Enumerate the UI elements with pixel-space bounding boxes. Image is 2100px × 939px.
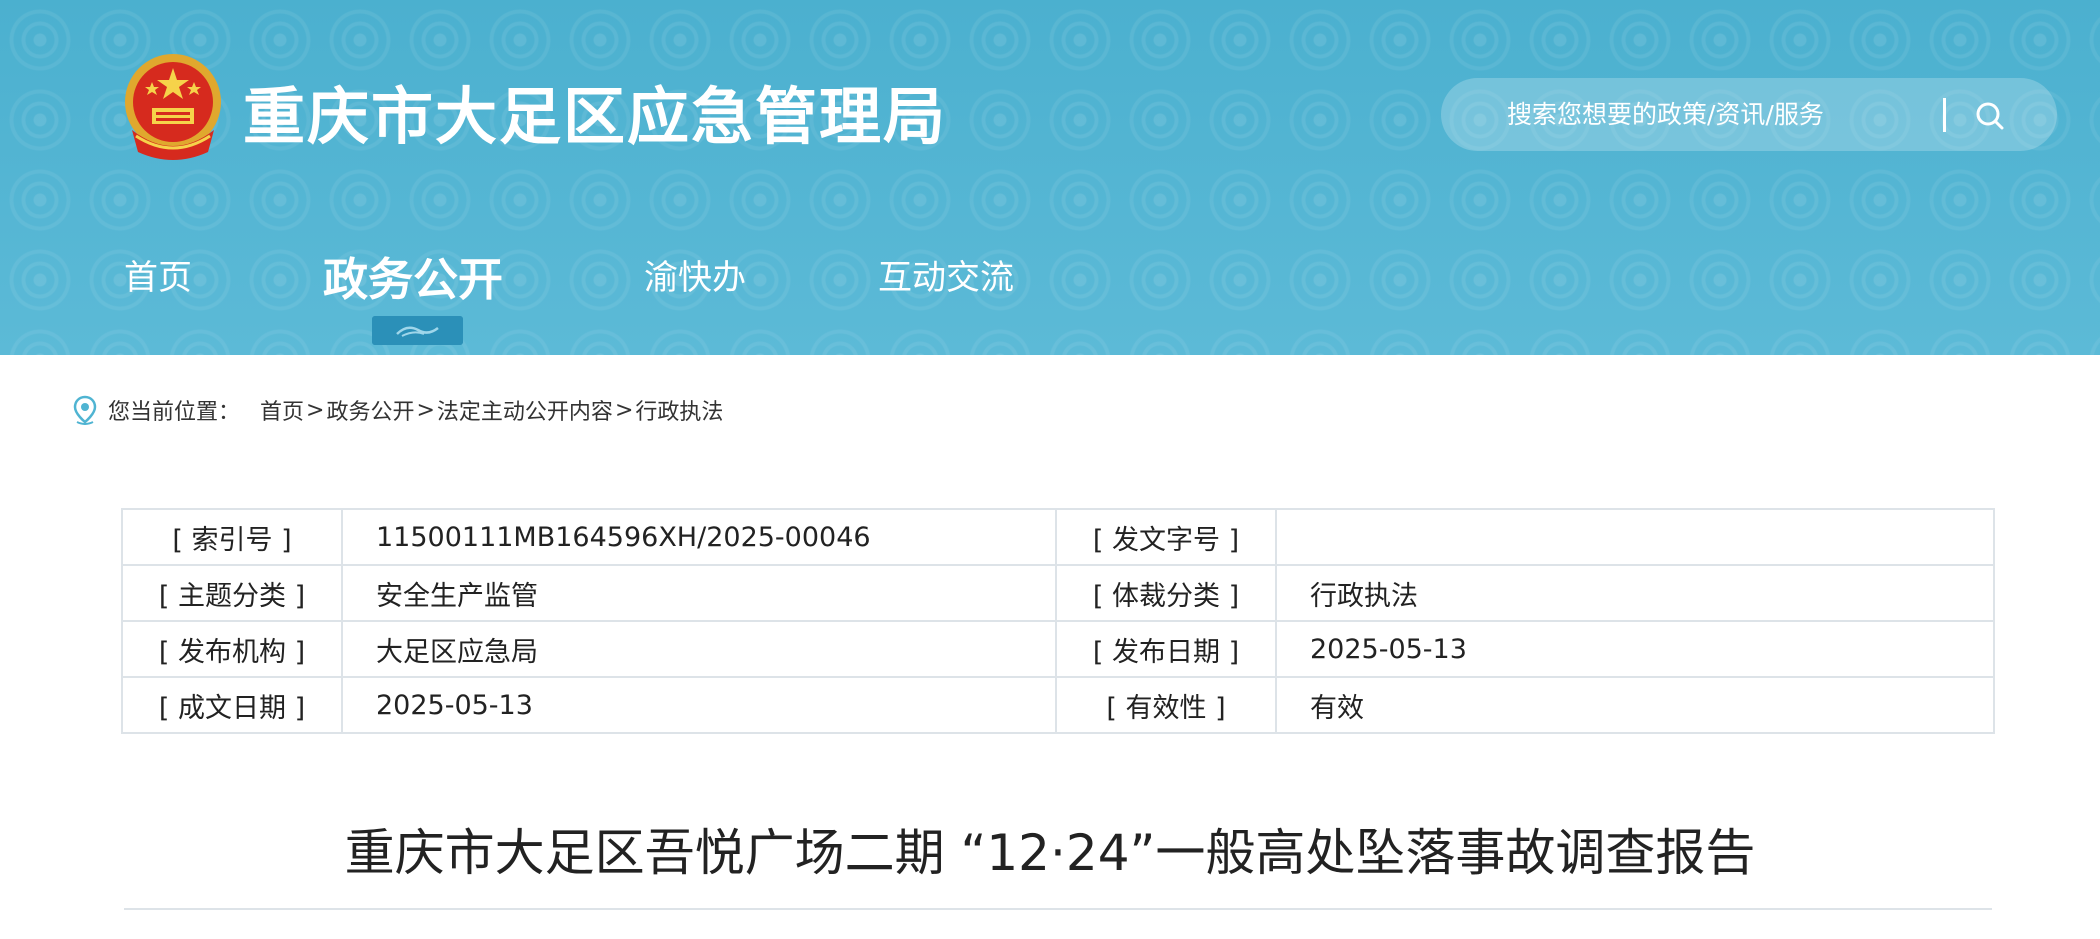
- meta-key-index-number: [ 索引号 ]: [121, 508, 343, 566]
- meta-key-publish-date: [ 发布日期 ]: [1055, 620, 1277, 678]
- site-title: 重庆市大足区应急管理局: [243, 80, 948, 153]
- meta-key-written-date: [ 成文日期 ]: [121, 676, 343, 734]
- meta-value-genre: 行政执法: [1275, 564, 1995, 622]
- meta-key-topic: [ 主题分类 ]: [121, 564, 343, 622]
- breadcrumb-separator: >: [416, 397, 435, 423]
- meta-value-topic: 安全生产监管: [341, 564, 1057, 622]
- breadcrumb-admin-enforcement[interactable]: 行政执法: [635, 394, 723, 426]
- location-pin-icon: [73, 395, 97, 425]
- meta-key-document-number: [ 发文字号 ]: [1055, 508, 1277, 566]
- nav-item-interaction[interactable]: 互动交流: [878, 250, 1014, 299]
- main-nav: 首页 政务公开 渝快办 互动交流: [0, 250, 1100, 310]
- meta-value-validity: 有效: [1275, 676, 1995, 734]
- meta-key-genre: [ 体裁分类 ]: [1055, 564, 1277, 622]
- national-emblem-icon[interactable]: [122, 52, 224, 160]
- document-meta-table: [ 索引号 ] 11500111MB164596XH/2025-00046 [ …: [121, 508, 1995, 734]
- meta-value-publisher: 大足区应急局: [341, 620, 1057, 678]
- nav-item-gov-affairs[interactable]: 政务公开: [323, 243, 503, 308]
- breadcrumb-separator: >: [614, 397, 634, 423]
- nav-item-yukuaiban[interactable]: 渝快办: [644, 250, 746, 299]
- search-divider: [1943, 98, 1946, 132]
- search-icon[interactable]: [1974, 100, 2006, 132]
- meta-value-index-number: 11500111MB164596XH/2025-00046: [341, 508, 1057, 566]
- meta-value-document-number: [1275, 508, 1995, 566]
- breadcrumb-label: 您当前位置：: [108, 400, 241, 425]
- breadcrumb-home[interactable]: 首页: [260, 394, 304, 426]
- meta-key-publisher: [ 发布机构 ]: [121, 620, 343, 678]
- breadcrumb-gov-affairs[interactable]: 政务公开: [326, 394, 414, 426]
- breadcrumb-separator: >: [306, 397, 325, 423]
- table-row: [ 主题分类 ] 安全生产监管 [ 体裁分类 ] 行政执法: [121, 564, 1995, 622]
- search-box: [1441, 78, 2057, 151]
- breadcrumb-statutory-disclosure[interactable]: 法定主动公开内容: [437, 394, 613, 426]
- meta-key-validity: [ 有效性 ]: [1055, 676, 1277, 734]
- table-row: [ 发布机构 ] 大足区应急局 [ 发布日期 ] 2025-05-13: [121, 620, 1995, 678]
- meta-value-written-date: 2025-05-13: [341, 676, 1057, 734]
- search-input[interactable]: [1507, 78, 1967, 151]
- meta-value-publish-date: 2025-05-13: [1275, 620, 1995, 678]
- article-title: 重庆市大足区吾悦广场二期 “12·24”一般高处坠落事故调查报告: [344, 824, 1756, 882]
- title-divider: [124, 908, 1992, 910]
- site-header: 重庆市大足区应急管理局 首页 政务公开 渝快办 互动交流: [0, 0, 2100, 355]
- table-row: [ 索引号 ] 11500111MB164596XH/2025-00046 [ …: [121, 508, 1995, 566]
- nav-item-home[interactable]: 首页: [124, 250, 192, 299]
- nav-active-indicator: [372, 316, 463, 345]
- breadcrumb: 您当前位置： 首页 > 政务公开 > 法定主动公开内容 > 行政执法: [72, 392, 723, 428]
- table-row: [ 成文日期 ] 2025-05-13 [ 有效性 ] 有效: [121, 676, 1995, 734]
